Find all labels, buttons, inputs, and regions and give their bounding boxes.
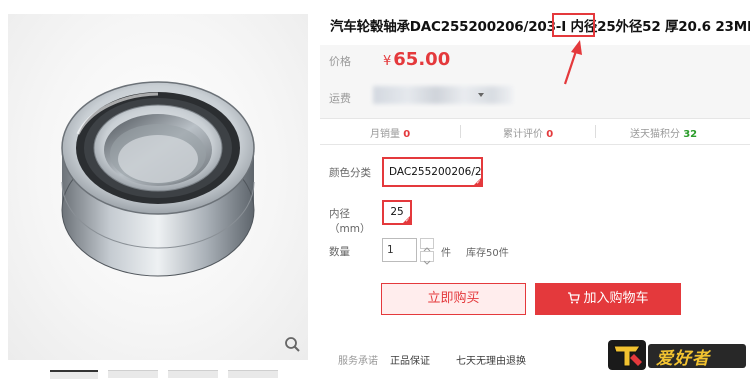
cart-icon <box>568 292 581 304</box>
divider <box>595 125 596 138</box>
review-count[interactable]: 累计评价 0 <box>503 125 553 140</box>
thumbnail-strip <box>50 370 310 379</box>
color-option-label: 颜色分类 <box>329 167 371 179</box>
service-genuine[interactable]: 正品保证 <box>390 352 430 367</box>
price-value: ¥65.00 <box>383 49 450 70</box>
quantity-unit: 件 <box>441 248 451 259</box>
watermark-text: 爱好者 <box>656 349 710 369</box>
check-icon: ✓ <box>475 179 481 186</box>
inner-diameter-unit: （mm） <box>329 223 371 235</box>
shipping-label: 运费 <box>329 92 351 105</box>
chevron-down-icon[interactable] <box>478 93 484 97</box>
price-label: 价格 <box>329 55 351 68</box>
thumbnail[interactable] <box>50 370 98 379</box>
buy-now-button[interactable]: 立即购买 <box>381 283 526 315</box>
product-title: 汽车轮毂轴承DAC255200206/203-I 内径25外径52 厚20.6 … <box>330 19 750 35</box>
zoom-button[interactable] <box>282 334 304 356</box>
service-promise-label: 服务承诺 <box>338 356 378 367</box>
annotation-highlight-box <box>552 13 595 37</box>
quantity-decrease-button[interactable] <box>420 251 434 265</box>
bearing-illustration <box>61 81 255 277</box>
add-to-cart-label: 加入购物车 <box>583 291 649 306</box>
quantity-input[interactable]: 1 <box>382 238 417 262</box>
stock-count: 库存50件 <box>466 248 509 259</box>
divider <box>460 125 461 138</box>
quantity-label: 数量 <box>329 246 350 258</box>
inner-diameter-label: 内径 <box>329 208 350 220</box>
tmall-points-value: 32 <box>683 129 698 140</box>
review-count-value: 0 <box>546 129 554 140</box>
tmall-points: 送天猫积分 32 <box>630 125 697 140</box>
monthly-sales-label: 月销量 <box>370 129 400 140</box>
review-count-label: 累计评价 <box>503 129 543 140</box>
inner-diameter-selected[interactable]: 25 ✓ <box>382 200 412 225</box>
color-option-selected[interactable]: DAC255200206/23-I ✓ <box>382 157 483 187</box>
check-icon: ✓ <box>404 217 410 224</box>
price-amount: 65.00 <box>393 49 451 70</box>
magnifier-icon <box>285 337 300 352</box>
shipping-location-redacted <box>373 86 513 104</box>
watermark-logo: 爱好者 <box>606 334 748 374</box>
tmall-points-label: 送天猫积分 <box>630 129 680 140</box>
product-image[interactable] <box>8 14 308 360</box>
monthly-sales-value: 0 <box>403 129 411 140</box>
monthly-sales: 月销量 0 <box>370 125 410 140</box>
add-to-cart-button[interactable]: 加入购物车 <box>535 283 681 315</box>
inner-diameter-value: 25 <box>390 206 404 218</box>
color-option-value: DAC255200206/23-I <box>389 166 482 178</box>
quantity-increase-button[interactable] <box>420 238 434 252</box>
service-return[interactable]: 七天无理由退换 <box>456 352 526 367</box>
currency-symbol: ¥ <box>383 54 392 69</box>
chevron-down-icon <box>423 260 431 265</box>
sales-stats-bar: 月销量 0 累计评价 0 送天猫积分 32 <box>320 118 750 145</box>
